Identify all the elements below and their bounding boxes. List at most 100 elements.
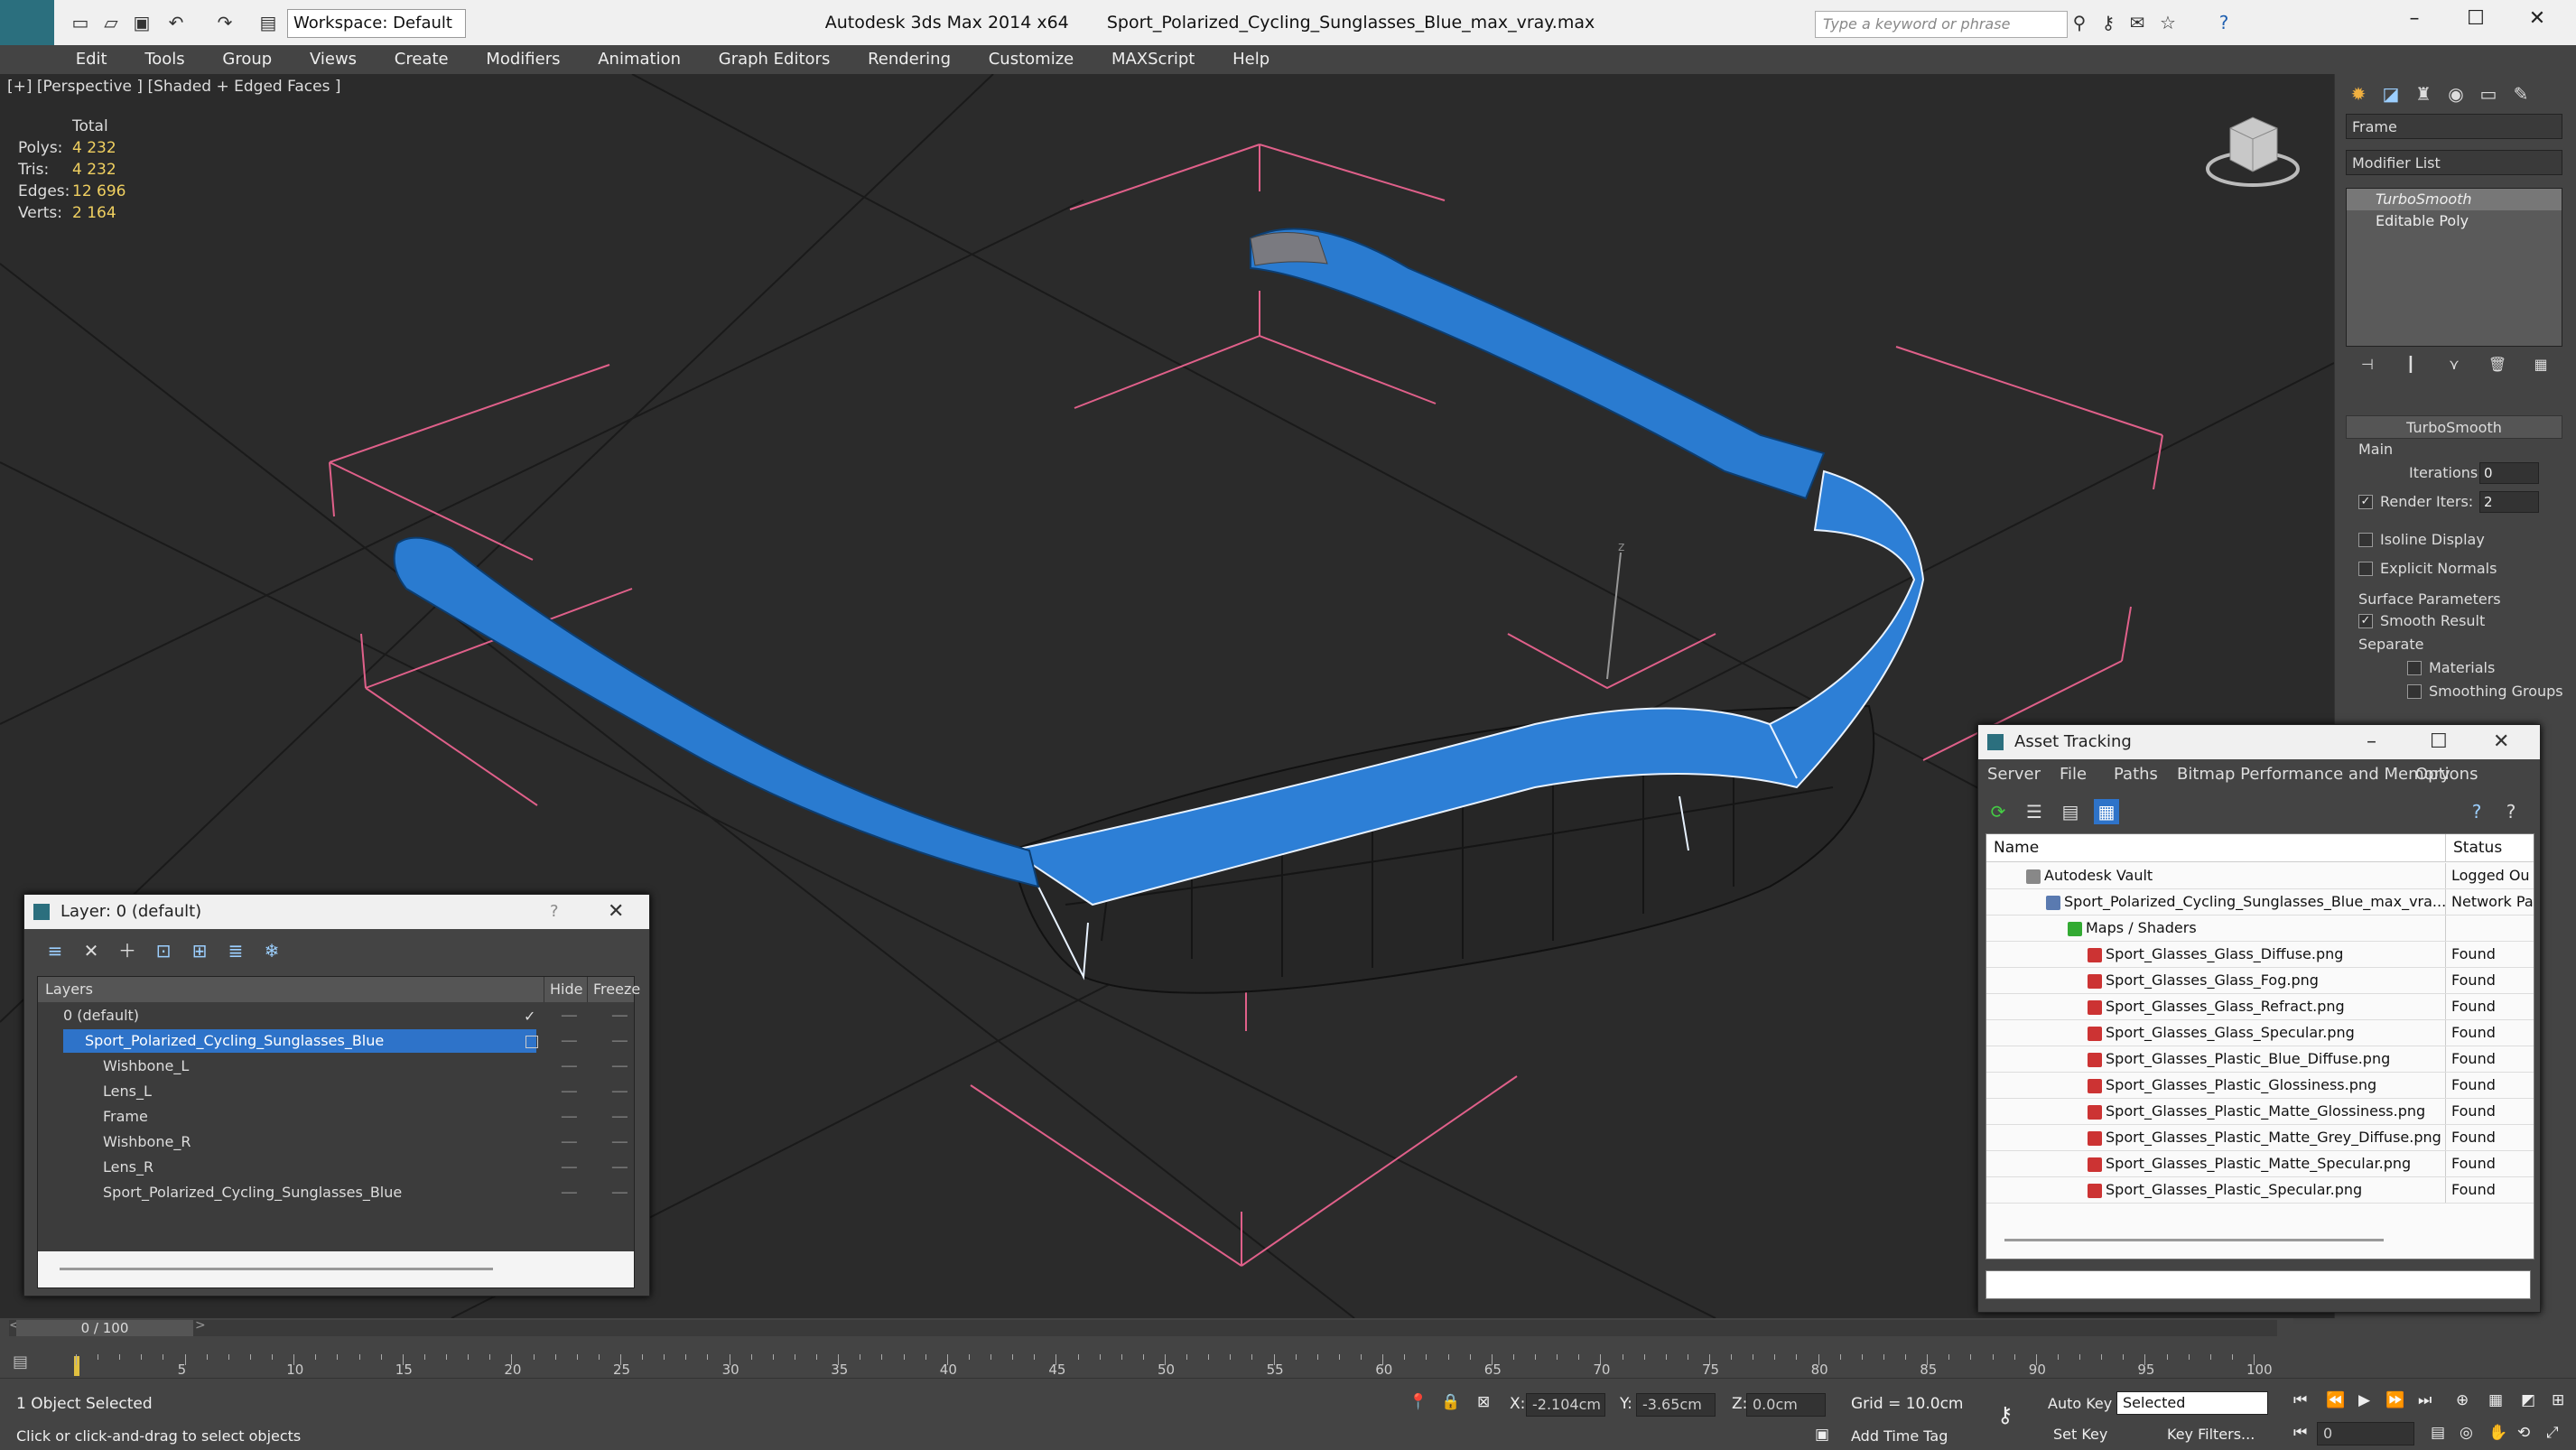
open-file-icon[interactable]: ▱: [99, 11, 123, 34]
asset-row[interactable]: Sport_Glasses_Glass_Specular.png Found: [1986, 1020, 2534, 1046]
minimize-icon[interactable]: –: [2367, 725, 2376, 759]
col-hide[interactable]: Hide: [544, 977, 582, 1002]
asset-menu-file[interactable]: File: [2060, 765, 2087, 784]
asset-row[interactable]: Sport_Glasses_Glass_Fog.png Found: [1986, 968, 2534, 994]
viewcube-icon[interactable]: [2206, 116, 2300, 187]
tree-view-icon[interactable]: ▦: [2094, 799, 2119, 824]
modify-tab-icon[interactable]: ◪: [2378, 81, 2404, 107]
freeze-toggle[interactable]: ──: [612, 1156, 628, 1181]
asset-row[interactable]: Sport_Glasses_Plastic_Blue_Diffuse.png F…: [1986, 1046, 2534, 1073]
app-logo-icon[interactable]: [0, 0, 54, 45]
hide-toggle[interactable]: ──: [562, 1004, 577, 1029]
next-frame-icon[interactable]: ⏩: [2385, 1391, 2404, 1409]
save-file-icon[interactable]: ▣: [130, 11, 153, 34]
redo-icon[interactable]: ↷: [213, 11, 237, 34]
maximize-viewport-icon[interactable]: ⊞: [2552, 1391, 2564, 1409]
list-view-icon[interactable]: ☰: [2022, 799, 2047, 824]
orbit-icon[interactable]: ◎: [2460, 1424, 2473, 1442]
hide-toggle[interactable]: ──: [562, 1055, 577, 1080]
hierarchy-tab-icon[interactable]: ♜: [2411, 81, 2436, 107]
stack-item-turbosmooth[interactable]: TurboSmooth: [2347, 189, 2562, 210]
temple-arm-right[interactable]: [1250, 228, 1826, 500]
hide-all-icon[interactable]: ≣: [223, 938, 248, 963]
menu-rendering[interactable]: Rendering: [851, 45, 967, 74]
display-tab-icon[interactable]: ▭: [2476, 81, 2501, 107]
menu-graph-editors[interactable]: Graph Editors: [702, 45, 847, 74]
play-icon[interactable]: ▶: [2358, 1391, 2370, 1409]
x-coordinate-field[interactable]: -2.104cm: [1526, 1393, 1605, 1417]
modifier-list-dropdown[interactable]: Modifier List: [2346, 150, 2562, 175]
go-to-start-icon[interactable]: ⏮: [2293, 1391, 2307, 1409]
settings-icon[interactable]: ?: [2498, 799, 2524, 824]
maximize-icon[interactable]: ☐: [2445, 7, 2506, 30]
show-end-result-icon[interactable]: ┃: [2398, 352, 2423, 377]
project-folder-icon[interactable]: ▤: [256, 11, 280, 34]
freeze-toggle[interactable]: ──: [612, 1130, 628, 1156]
refresh-icon[interactable]: ⟳: [1985, 799, 2011, 824]
create-tab-icon[interactable]: ✹: [2346, 81, 2371, 107]
current-layer-check-icon[interactable]: ✓: [524, 1004, 535, 1029]
current-frame-field[interactable]: 0: [2317, 1422, 2414, 1445]
viewport-label[interactable]: [+] [Perspective ] [Shaded + Edged Faces…: [7, 78, 340, 96]
smoothing-groups-checkbox[interactable]: [2407, 684, 2422, 699]
current-frame-marker[interactable]: [74, 1356, 79, 1376]
layer-row[interactable]: Wishbone_L ── ──: [38, 1055, 634, 1080]
absolute-mode-icon[interactable]: ⊠: [1477, 1393, 1490, 1411]
field-of-view-icon[interactable]: ◩: [2521, 1391, 2535, 1409]
layer-row[interactable]: Frame ── ──: [38, 1105, 634, 1130]
layer-row[interactable]: Sport_Polarized_Cycling_Sunglasses_Blue …: [38, 1029, 634, 1055]
zoom-icon[interactable]: ⊕: [2456, 1391, 2469, 1409]
isolate-selection-icon[interactable]: 📍: [1409, 1393, 1427, 1411]
time-slider-thumb[interactable]: 0 / 100: [16, 1320, 193, 1336]
y-coordinate-field[interactable]: -3.65cm: [1636, 1393, 1716, 1417]
asset-menu-paths[interactable]: Paths: [2114, 765, 2158, 784]
time-config-icon[interactable]: ▤: [2431, 1424, 2445, 1442]
menu-modifiers[interactable]: Modifiers: [470, 45, 576, 74]
favorites-star-icon[interactable]: ☆: [2156, 11, 2180, 34]
orbit-subobject-icon[interactable]: ⟲: [2517, 1424, 2530, 1442]
temple-arm-left[interactable]: [393, 536, 1040, 888]
explicit-normals-checkbox[interactable]: [2358, 562, 2373, 576]
asset-menu-bitmap-performance[interactable]: Bitmap Performance and Memory: [2177, 765, 2450, 784]
workspace-dropdown[interactable]: Workspace: Default: [287, 9, 466, 38]
freeze-toggle[interactable]: ──: [612, 1055, 628, 1080]
asset-menu-options[interactable]: Options: [2415, 765, 2478, 784]
asset-row[interactable]: Sport_Glasses_Plastic_Matte_Specular.png…: [1986, 1151, 2534, 1177]
col-status[interactable]: Status: [2445, 834, 2502, 861]
new-file-icon[interactable]: ▭: [69, 11, 92, 34]
select-objects-icon[interactable]: ⊡: [151, 938, 176, 963]
menu-create[interactable]: Create: [378, 45, 465, 74]
render-iters-checkbox[interactable]: ✓: [2358, 495, 2373, 509]
freeze-toggle[interactable]: ──: [612, 1181, 628, 1206]
asset-path-field[interactable]: [1985, 1270, 2531, 1299]
key-selection-dropdown[interactable]: Selected: [2116, 1391, 2268, 1415]
menu-customize[interactable]: Customize: [972, 45, 1090, 74]
undo-icon[interactable]: ↶: [164, 11, 188, 34]
key-mode-toggle-icon[interactable]: ⏮: [2293, 1424, 2307, 1442]
object-name-field[interactable]: Frame: [2346, 114, 2562, 139]
zoom-extents-icon[interactable]: ▦: [2488, 1391, 2503, 1409]
layer-row[interactable]: Lens_L ── ──: [38, 1080, 634, 1105]
scrollbar-thumb[interactable]: [60, 1268, 493, 1270]
layer-table-scrollbar[interactable]: [38, 1251, 634, 1287]
asset-row[interactable]: Sport_Glasses_Plastic_Glossiness.png Fou…: [1986, 1073, 2534, 1099]
hide-toggle[interactable]: ──: [562, 1029, 577, 1055]
delete-layer-icon[interactable]: ✕: [79, 938, 104, 963]
make-unique-icon[interactable]: ⋎: [2441, 352, 2467, 377]
help-icon[interactable]: ?: [2212, 11, 2236, 34]
key-filters-button[interactable]: Key Filters...: [2167, 1426, 2255, 1443]
table-view-icon[interactable]: ▤: [2058, 799, 2083, 824]
menu-maxscript[interactable]: MAXScript: [1095, 45, 1211, 74]
layer-row[interactable]: Sport_Polarized_Cycling_Sunglasses_Blue …: [38, 1181, 634, 1206]
materials-checkbox[interactable]: [2407, 661, 2422, 675]
menu-edit[interactable]: Edit: [60, 45, 124, 74]
time-slider[interactable]: < 0 / 100 >: [9, 1318, 2277, 1336]
utilities-tab-icon[interactable]: ✎: [2508, 81, 2534, 107]
search-input[interactable]: Type a keyword or phrase: [1815, 11, 2068, 38]
isoline-display-checkbox[interactable]: [2358, 533, 2373, 547]
menu-group[interactable]: Group: [206, 45, 288, 74]
asset-row[interactable]: Maps / Shaders: [1986, 916, 2534, 942]
stack-item-editable-poly[interactable]: Editable Poly: [2347, 210, 2562, 232]
selection-lock-icon[interactable]: 🔒: [1441, 1393, 1460, 1411]
freeze-toggle[interactable]: ──: [612, 1029, 628, 1055]
